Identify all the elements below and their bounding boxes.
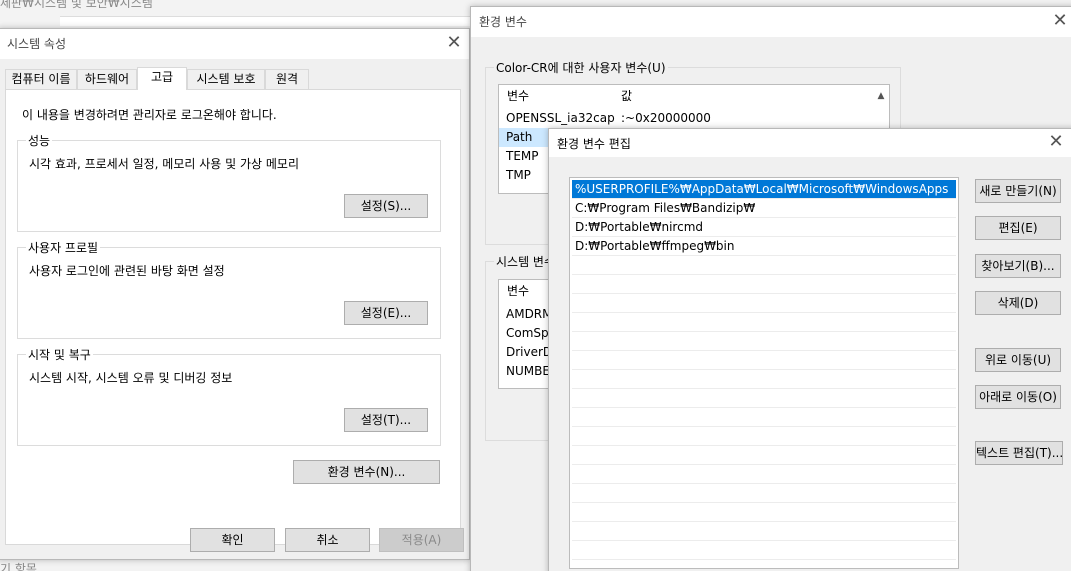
tab-hardware[interactable]: 하드웨어 [77, 69, 137, 89]
system-variables-column-name[interactable]: 변수 [507, 280, 529, 302]
empty-row[interactable] [572, 503, 956, 522]
empty-row[interactable] [572, 446, 956, 465]
apply-button[interactable]: 적용(A) [379, 528, 464, 552]
empty-row[interactable] [572, 484, 956, 503]
empty-row[interactable] [572, 351, 956, 370]
performance-group: 성능 시각 효과, 프로세서 일정, 메모리 사용 및 가상 메모리 설정(S)… [17, 132, 441, 232]
tab-computer-name[interactable]: 컴퓨터 이름 [5, 69, 77, 89]
system-properties-window: 시스템 속성 ✕ 컴퓨터 이름 하드웨어 고급 시스템 보호 원격 이 내용을 … [0, 28, 470, 560]
browse-button[interactable]: 찾아보기(B)... [975, 254, 1061, 278]
startup-recovery-settings-button[interactable]: 설정(T)... [344, 408, 428, 432]
user-profile-description: 사용자 로그인에 관련된 바탕 화면 설정 [29, 264, 225, 278]
performance-label: 성능 [26, 132, 53, 149]
user-variables-label: Color-CR에 대한 사용자 변수(U) [494, 59, 668, 76]
delete-button[interactable]: 삭제(D) [975, 291, 1061, 315]
edit-environment-variable-window: 환경 변수 편집 ✕ %USERPROFILE%₩AppData₩Local₩M… [548, 128, 1071, 571]
tab-remote[interactable]: 원격 [265, 69, 309, 89]
path-entries-list[interactable]: %USERPROFILE%₩AppData₩Local₩Microsoft₩Wi… [569, 177, 959, 569]
tab-system-protection[interactable]: 시스템 보호 [187, 69, 265, 89]
variable-value: :~0x20000000 [621, 111, 711, 125]
variable-name[interactable]: AMDRM [506, 307, 553, 321]
user-variables-column-name[interactable]: 변수 [507, 85, 529, 107]
cancel-button[interactable]: 취소 [285, 528, 370, 552]
performance-description: 시각 효과, 프로세서 일정, 메모리 사용 및 가상 메모리 [29, 157, 299, 171]
table-row[interactable]: OPENSSL_ia32cap :~0x20000000 [499, 109, 869, 128]
close-icon[interactable]: ✕ [443, 32, 465, 54]
empty-row[interactable] [572, 522, 956, 541]
user-profile-settings-button[interactable]: 설정(E)... [344, 301, 428, 325]
user-variables-column-value[interactable]: 값 [621, 85, 632, 107]
move-down-button[interactable]: 아래로 이동(O) [975, 385, 1061, 409]
environment-variables-titlebar: 환경 변수 ✕ [471, 7, 1071, 37]
explorer-address-area [60, 16, 480, 26]
system-properties-titlebar: 시스템 속성 ✕ [0, 29, 469, 59]
explorer-bottom-text: 기 항목 [0, 562, 37, 571]
environment-variables-button[interactable]: 환경 변수(N)... [293, 460, 440, 484]
ok-button[interactable]: 확인 [190, 528, 275, 552]
startup-recovery-label: 시작 및 복구 [26, 346, 93, 363]
startup-recovery-description: 시스템 시작, 시스템 오류 및 디버깅 정보 [29, 371, 233, 385]
close-icon[interactable]: ✕ [1045, 131, 1067, 153]
variable-name: TEMP [506, 149, 539, 163]
empty-row[interactable] [572, 294, 956, 313]
move-up-button[interactable]: 위로 이동(U) [975, 348, 1061, 372]
edit-button[interactable]: 편집(E) [975, 216, 1061, 240]
user-profile-label: 사용자 프로필 [26, 239, 101, 256]
empty-row[interactable] [572, 370, 956, 389]
empty-row[interactable] [572, 313, 956, 332]
path-entry[interactable]: C:₩Program Files₩Bandizip₩ [572, 199, 956, 218]
path-entry[interactable]: D:₩Portable₩ffmpeg₩bin [572, 237, 956, 256]
tab-advanced[interactable]: 고급 [137, 67, 187, 90]
empty-row[interactable] [572, 465, 956, 484]
empty-row[interactable] [572, 332, 956, 351]
edit-env-titlebar: 환경 변수 편집 ✕ [549, 129, 1071, 157]
empty-row[interactable] [572, 408, 956, 427]
empty-row[interactable] [572, 427, 956, 446]
advanced-tab-panel: 이 내용을 변경하려면 관리자로 로그온해야 합니다. 성능 시각 효과, 프로… [5, 89, 461, 545]
scroll-up-arrow-icon[interactable]: ▲ [873, 85, 889, 107]
empty-row[interactable] [572, 389, 956, 408]
empty-row[interactable] [572, 541, 956, 560]
performance-settings-button[interactable]: 설정(S)... [344, 194, 428, 218]
path-entry-selected[interactable]: %USERPROFILE%₩AppData₩Local₩Microsoft₩Wi… [572, 180, 956, 199]
variable-name: Path [506, 130, 533, 144]
edit-env-title: 환경 변수 편집 [557, 137, 631, 151]
empty-row[interactable] [572, 275, 956, 294]
user-profile-group: 사용자 프로필 사용자 로그인에 관련된 바탕 화면 설정 설정(E)... [17, 239, 441, 339]
close-icon[interactable]: ✕ [1049, 10, 1071, 32]
system-properties-title: 시스템 속성 [7, 37, 67, 51]
variable-name: TMP [506, 168, 531, 182]
startup-recovery-group: 시작 및 복구 시스템 시작, 시스템 오류 및 디버깅 정보 설정(T)... [17, 346, 441, 446]
path-entry[interactable]: D:₩Portable₩nircmd [572, 218, 956, 237]
admin-notice: 이 내용을 변경하려면 관리자로 로그온해야 합니다. [22, 108, 277, 122]
empty-row[interactable] [572, 256, 956, 275]
new-button[interactable]: 새로 만들기(N) [975, 179, 1061, 203]
explorer-path-text: 제판₩시스템 및 보안₩시스템 [0, 0, 153, 10]
tab-strip: 컴퓨터 이름 하드웨어 고급 시스템 보호 원격 [5, 67, 463, 90]
environment-variables-title: 환경 변수 [479, 15, 527, 29]
variable-name: OPENSSL_ia32cap [506, 111, 615, 125]
edit-text-button[interactable]: 텍스트 편집(T)... [975, 441, 1063, 465]
